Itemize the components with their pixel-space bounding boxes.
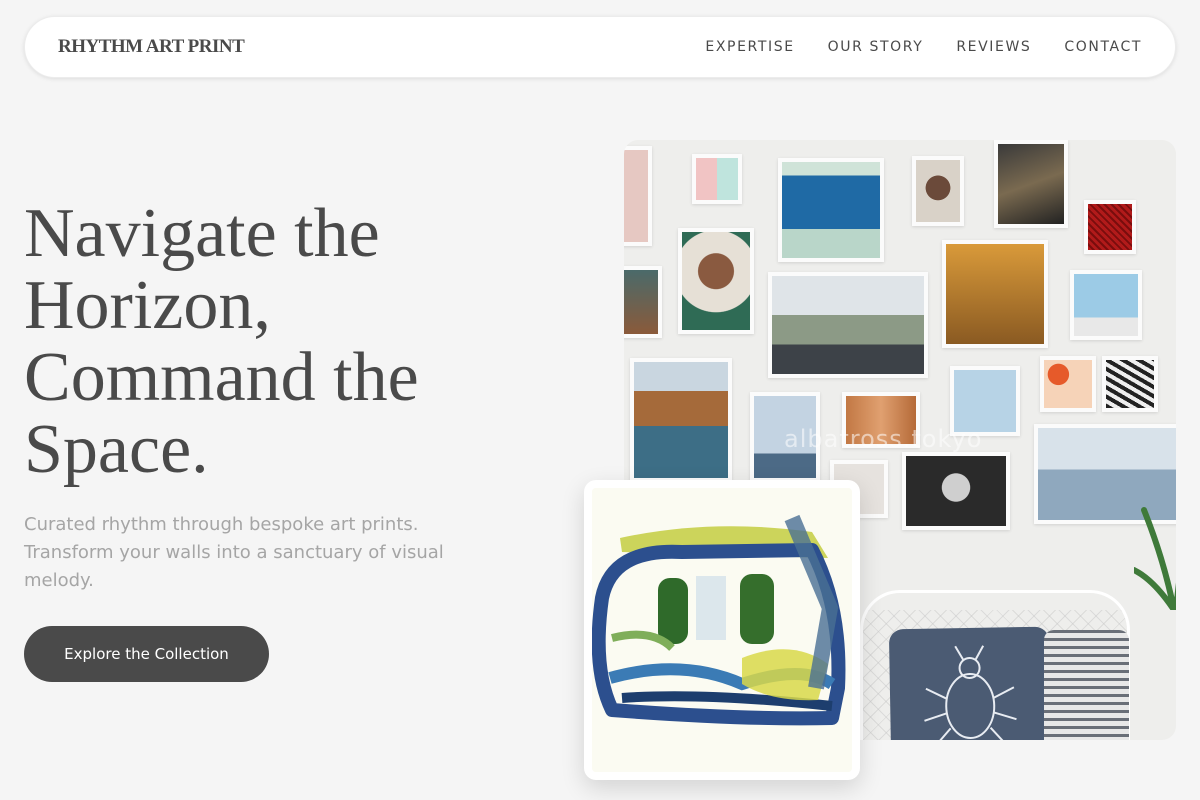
hero-title-line-1: Navigate the xyxy=(24,195,380,272)
art-frame-cliff-coast xyxy=(630,358,732,482)
hero-title-line-2: Horizon, xyxy=(24,267,271,344)
plant-icon xyxy=(1134,507,1176,610)
art-frame-city-night xyxy=(994,140,1068,228)
striped-pillow xyxy=(1044,630,1129,740)
nav-link-contact[interactable]: CONTACT xyxy=(1064,39,1142,55)
hero-subtitle: Curated rhythm through bespoke art print… xyxy=(24,514,444,591)
art-frame-woman-smiling xyxy=(678,228,754,334)
art-frame-zebra xyxy=(1102,356,1158,412)
beetle-pillow xyxy=(888,626,1052,740)
art-frame-blue-doors xyxy=(778,158,884,262)
gallery-watermark: albatross.tokyo xyxy=(784,425,983,453)
abstract-painting-image xyxy=(592,488,852,772)
art-frame-man-bw xyxy=(902,452,1010,530)
art-frame-pastel xyxy=(692,154,742,204)
art-frame-forest xyxy=(624,266,662,338)
explore-collection-button[interactable]: Explore the Collection xyxy=(24,626,269,682)
nav-links: EXPERTISE OUR STORY REVIEWS CONTACT xyxy=(705,39,1142,55)
art-frame-beach-figure xyxy=(1070,270,1142,340)
art-frame-oranges xyxy=(1040,356,1096,412)
art-frame-road xyxy=(768,272,928,378)
abstract-painting-svg xyxy=(592,488,852,772)
hero-title: Navigate the Horizon, Command the Space. xyxy=(24,198,544,486)
hero-title-line-4: Space. xyxy=(24,411,209,488)
art-frame-red-texture xyxy=(1084,200,1136,254)
art-frame-wheat-field xyxy=(942,240,1048,348)
art-frame-face xyxy=(912,156,964,226)
nav-link-expertise[interactable]: EXPERTISE xyxy=(705,39,794,55)
nav-link-reviews[interactable]: REVIEWS xyxy=(956,39,1031,55)
art-frame-portrait-edge xyxy=(624,146,652,246)
hero-title-line-3: Command the xyxy=(24,339,419,416)
beetle-icon xyxy=(924,645,1017,740)
top-navigation-bar: RHYTHM ART PRINT EXPERTISE OUR STORY REV… xyxy=(24,16,1176,78)
nav-link-our-story[interactable]: OUR STORY xyxy=(828,39,924,55)
brand-logo[interactable]: RHYTHM ART PRINT xyxy=(58,36,245,58)
featured-print-card[interactable] xyxy=(584,480,860,780)
